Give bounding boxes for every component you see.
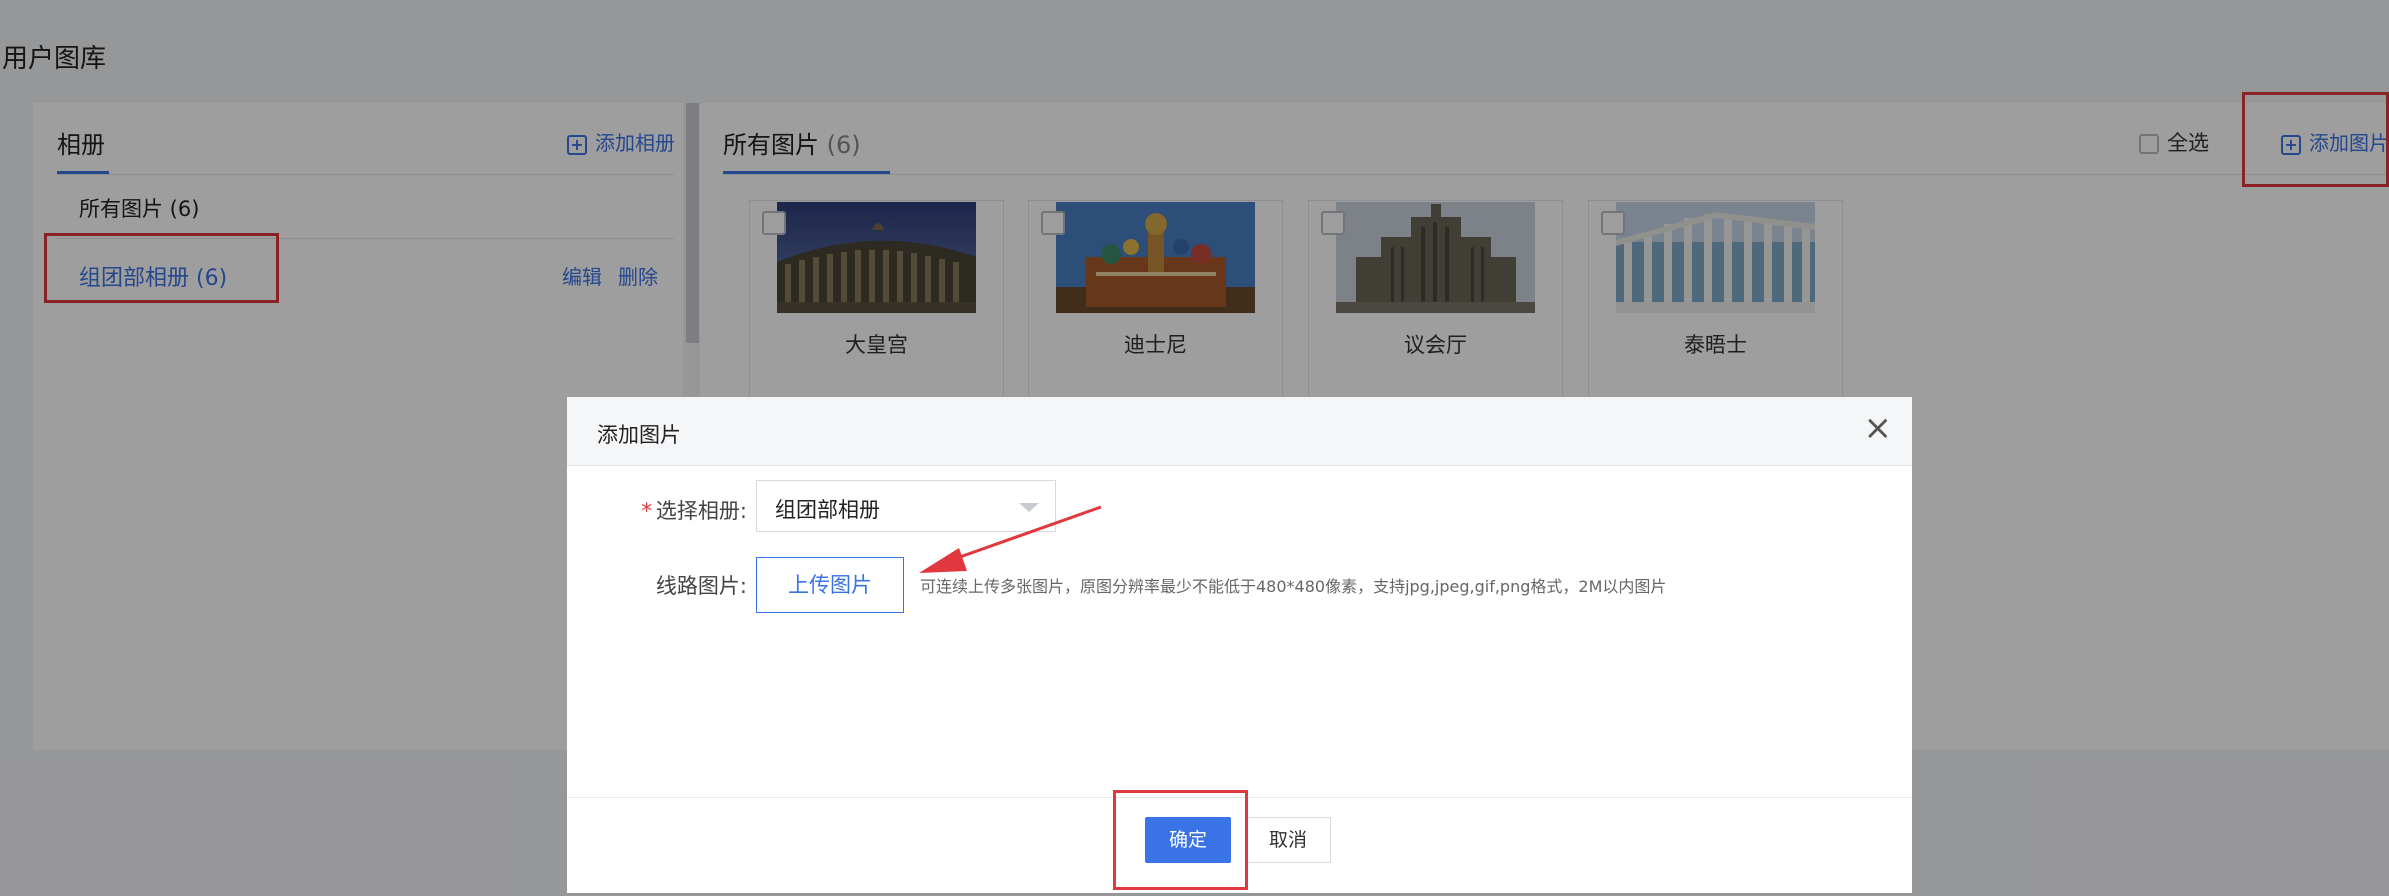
album-select-label: * 选择相册:	[567, 495, 747, 525]
close-icon[interactable]: ×	[1864, 411, 1893, 445]
dialog-header: 添加图片 ×	[567, 397, 1912, 466]
route-image-label: 线路图片:	[655, 574, 747, 598]
add-photo-dialog: 添加图片 × * 选择相册: 组团部相册 线路图片: 上传图片 可连续上传多张图片…	[567, 397, 1912, 893]
album-select-label-text: 选择相册:	[655, 499, 747, 523]
required-mark: *	[641, 499, 652, 523]
confirm-highlight-box	[1113, 790, 1248, 890]
cancel-button[interactable]: 取消	[1245, 817, 1331, 863]
annotation-arrow-icon	[919, 505, 1102, 573]
dialog-title: 添加图片	[597, 423, 681, 447]
album-select-value: 组团部相册	[775, 498, 880, 522]
upload-image-button[interactable]: 上传图片	[756, 557, 904, 613]
